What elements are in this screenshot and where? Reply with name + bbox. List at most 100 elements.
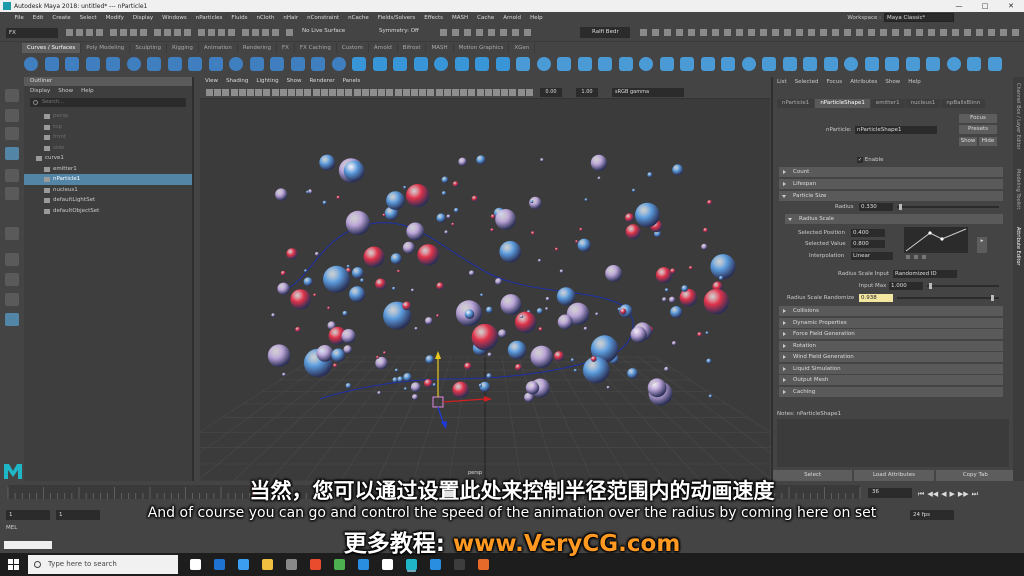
menu-item-ncloth[interactable]: nCloth <box>252 15 279 21</box>
shelf-tab-mash[interactable]: MASH <box>426 43 454 53</box>
viewport-tool-icon[interactable] <box>255 89 263 96</box>
interpolation-dropdown[interactable]: Linear <box>851 252 893 260</box>
viewport-tool-icon[interactable] <box>378 89 386 96</box>
taskbar-app-icon[interactable] <box>454 559 465 570</box>
attr-tab-nucleus1[interactable]: nucleus1 <box>905 99 941 108</box>
live-surface-label[interactable]: No Live Surface <box>302 28 345 34</box>
color-space-dropdown[interactable]: sRGB gamma <box>612 88 684 97</box>
selected-value-field[interactable]: 0.800 <box>851 240 885 248</box>
ramp-point[interactable] <box>928 231 932 235</box>
viewport-tool-icon[interactable] <box>386 89 394 96</box>
viewport-tool-icon[interactable] <box>337 89 345 96</box>
attr-tab-nparticleshape1[interactable]: nParticleShape1 <box>815 99 870 108</box>
shelf-tool-icon[interactable] <box>167 57 182 71</box>
viewport-tool-icon[interactable] <box>271 89 279 96</box>
taskbar-app-icon[interactable] <box>382 559 393 570</box>
side-tab-modeling-toolkit[interactable]: Modeling Toolkit <box>1015 169 1021 209</box>
scene-view[interactable] <box>200 99 770 481</box>
viewport-tool-icon[interactable] <box>361 89 369 96</box>
viewport-menu-view[interactable]: View <box>205 77 218 86</box>
close-icon[interactable]: ✕ <box>998 0 1024 12</box>
section-liquid-simulation[interactable]: Liquid Simulation <box>779 363 1003 374</box>
viewport-tool-icon[interactable] <box>501 89 509 96</box>
status-tool-icon[interactable] <box>512 29 519 36</box>
status-tool-icon[interactable] <box>96 29 103 36</box>
viewport-tool-icon[interactable] <box>222 89 230 96</box>
move-tool-icon[interactable] <box>5 147 19 160</box>
status-tool-icon[interactable] <box>208 29 215 36</box>
shelf-tab-motion-graphics[interactable]: Motion Graphics <box>454 43 510 53</box>
status-tool-icon[interactable] <box>652 29 659 36</box>
viewport-tool-icon[interactable] <box>288 89 295 96</box>
viewport-tool-icon[interactable] <box>460 89 468 96</box>
viewport-tool-icon[interactable] <box>419 89 427 96</box>
outliner-item-nucleus1[interactable]: nucleus1 <box>24 185 192 196</box>
shelf-tool-icon[interactable] <box>864 57 879 71</box>
shelf-tab-bifrost[interactable]: Bifrost <box>398 43 427 53</box>
show-button[interactable]: Show <box>959 137 977 146</box>
status-tool-icon[interactable] <box>66 29 73 36</box>
enable-checkbox[interactable]: ✓ Enable <box>857 157 883 163</box>
status-tool-icon[interactable] <box>174 29 181 36</box>
status-tool-icon[interactable] <box>524 29 531 36</box>
menu-item-help[interactable]: Help <box>526 15 548 21</box>
taskbar-app-icon[interactable] <box>334 559 345 570</box>
shelf-tool-icon[interactable] <box>987 57 1002 71</box>
outliner-item-emitter1[interactable]: emitter1 <box>24 164 192 175</box>
menu-item-nhair[interactable]: nHair <box>279 15 303 21</box>
viewport-tool-icon[interactable] <box>493 89 500 96</box>
shelf-tab-fx[interactable]: FX <box>277 43 295 53</box>
shelf-tool-icon[interactable] <box>618 57 633 71</box>
shelf-tool-icon[interactable] <box>885 57 899 71</box>
status-tool-icon[interactable] <box>964 29 971 36</box>
menu-item-create[interactable]: Create <box>48 15 75 21</box>
viewport-menu-show[interactable]: Show <box>287 77 302 86</box>
status-tool-icon[interactable] <box>688 29 695 36</box>
taskbar-app-icon[interactable] <box>406 559 417 570</box>
viewport-tool-icon[interactable] <box>238 89 246 96</box>
shelf-tool-icon[interactable] <box>598 57 612 71</box>
viewport-tool-icon[interactable] <box>484 89 492 96</box>
shelf-tool-icon[interactable] <box>311 57 325 71</box>
viewport-tool-icon[interactable] <box>476 89 484 96</box>
shelf-tab-animation[interactable]: Animation <box>199 43 238 53</box>
status-tool-icon[interactable] <box>856 29 863 36</box>
status-tool-icon[interactable] <box>198 29 205 36</box>
shelf-tool-icon[interactable] <box>577 57 592 71</box>
shelf-tool-icon[interactable] <box>24 57 38 71</box>
shelf-tool-icon[interactable] <box>659 57 674 71</box>
section-lifespan[interactable]: Lifespan <box>779 179 1003 189</box>
status-tool-icon[interactable] <box>110 29 117 36</box>
menu-item-fields-solvers[interactable]: Fields/Solvers <box>373 15 420 21</box>
viewport-tool-icon[interactable] <box>353 89 361 96</box>
windows-start-icon[interactable] <box>8 559 19 570</box>
status-tool-icon[interactable] <box>1000 29 1007 36</box>
shelf-tool-icon[interactable] <box>639 57 653 71</box>
shelf-tool-icon[interactable] <box>844 57 858 71</box>
workspace-dropdown[interactable]: Maya Classic* <box>884 13 954 22</box>
shelf-tool-icon[interactable] <box>905 57 920 71</box>
attr-menu-selected[interactable]: Selected <box>795 77 819 88</box>
section-collisions[interactable]: Collisions <box>779 306 1003 316</box>
taskbar-app-icon[interactable] <box>214 559 225 570</box>
lasso-tool-icon[interactable] <box>5 109 19 122</box>
outliner-layout-icon[interactable] <box>5 313 19 326</box>
status-tool-icon[interactable] <box>154 29 161 36</box>
status-tool-icon[interactable] <box>904 29 911 36</box>
viewport-tool-icon[interactable] <box>312 89 320 96</box>
status-tool-icon[interactable] <box>928 29 935 36</box>
status-tool-icon[interactable] <box>880 29 887 36</box>
exposure-field[interactable]: 0.00 <box>540 88 562 97</box>
viewport-tool-icon[interactable] <box>411 89 418 96</box>
shelf-tool-icon[interactable] <box>249 57 264 71</box>
shelf-tool-icon[interactable] <box>475 57 489 71</box>
viewport-menu-lighting[interactable]: Lighting <box>256 77 278 86</box>
shelf-tool-icon[interactable] <box>372 57 387 71</box>
menu-item-nconstraint[interactable]: nConstraint <box>303 15 344 21</box>
viewport-tool-icon[interactable] <box>214 89 222 96</box>
shelf-tool-icon[interactable] <box>188 57 202 71</box>
menu-item-cache[interactable]: Cache <box>473 15 499 21</box>
rotate-tool-icon[interactable] <box>5 169 19 182</box>
viewport-tool-icon[interactable] <box>296 89 304 96</box>
status-tool-icon[interactable] <box>86 29 93 36</box>
